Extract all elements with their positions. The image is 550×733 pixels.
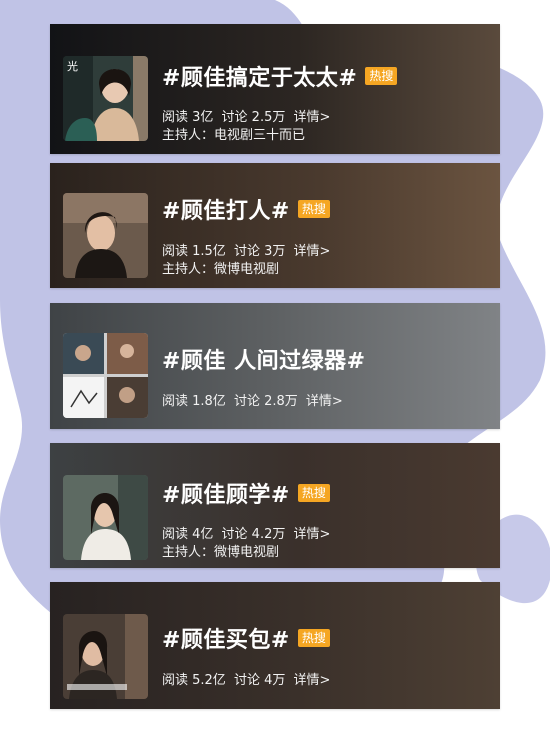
discuss-count: 讨论 4.2万 [221, 527, 286, 542]
discuss-count: 讨论 4万 [233, 673, 286, 688]
read-count: 阅读 3亿 [162, 110, 214, 125]
read-count: 阅读 5.2亿 [162, 673, 226, 688]
topic-title: #顾佳买包# [162, 628, 290, 653]
read-count: 阅读 1.5亿 [162, 244, 226, 259]
topic-card-2[interactable]: #顾佳打人# 热搜 阅读 1.5亿 讨论 3万 详情> 主持人：微博电视剧 [50, 163, 500, 288]
discuss-count: 讨论 2.5万 [221, 110, 286, 125]
discuss-count: 讨论 3万 [233, 244, 286, 259]
host-text: 主持人：电视剧三十而已 [162, 128, 306, 143]
topic-thumbnail [63, 614, 148, 699]
topic-thumbnail: 光 [63, 56, 148, 141]
hot-search-badge: 热搜 [365, 67, 398, 85]
host-text: 主持人：微博电视剧 [162, 262, 280, 277]
svg-text:光: 光 [67, 59, 78, 73]
topic-title: #顾佳打人# [162, 199, 290, 224]
detail-link[interactable]: 详情> [294, 110, 331, 125]
hot-search-badge: 热搜 [297, 629, 330, 647]
hot-search-badge: 热搜 [297, 200, 330, 218]
hot-search-badge: 热搜 [297, 484, 330, 502]
topic-title: #顾佳顾学# [162, 483, 290, 508]
topic-card-5[interactable]: #顾佳买包# 热搜 阅读 5.2亿 讨论 4万 详情> [50, 582, 500, 709]
topic-title: #顾佳搞定于太太# [162, 66, 358, 91]
host-text: 主持人：微博电视剧 [162, 545, 280, 560]
read-count: 阅读 4亿 [162, 527, 214, 542]
detail-link[interactable]: 详情> [294, 527, 331, 542]
topic-thumbnail [63, 193, 148, 278]
topic-card-4[interactable]: #顾佳顾学# 热搜 阅读 4亿 讨论 4.2万 详情> 主持人：微博电视剧 [50, 443, 500, 568]
detail-link[interactable]: 详情> [294, 673, 331, 688]
topic-thumbnail [63, 333, 148, 418]
detail-link[interactable]: 详情> [306, 394, 343, 409]
topic-thumbnail [63, 475, 148, 560]
read-count: 阅读 1.8亿 [162, 394, 226, 409]
discuss-count: 讨论 2.8万 [233, 394, 298, 409]
topic-title: #顾佳 人间过绿器# [162, 349, 366, 374]
topic-card-1[interactable]: 光 #顾佳搞定于太太# 热搜 阅读 3亿 讨论 2.5万 详情> 主持人：电视剧… [50, 24, 500, 154]
topic-card-3[interactable]: #顾佳 人间过绿器# 阅读 1.8亿 讨论 2.8万 详情> [50, 303, 500, 429]
detail-link[interactable]: 详情> [294, 244, 331, 259]
